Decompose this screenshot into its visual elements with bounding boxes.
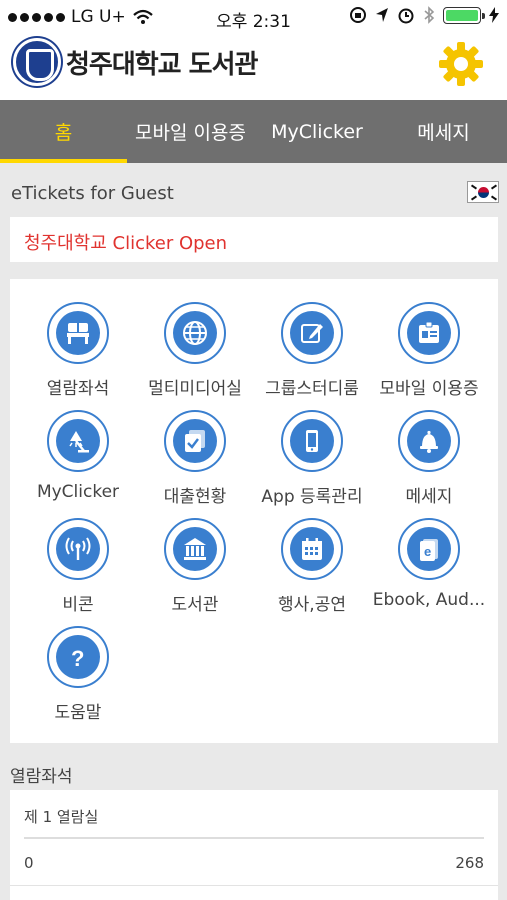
settings-gear-icon[interactable] (437, 40, 485, 88)
menu-item-label: App 등록관리 (261, 487, 363, 507)
charging-icon (489, 7, 499, 23)
divider (10, 885, 498, 886)
menu-item-label: 도서관 (171, 595, 219, 615)
menu-item-multimedia[interactable]: 멀티미디어실 (134, 302, 256, 402)
bell-icon (420, 430, 438, 453)
calendar-icon (302, 538, 322, 560)
seats-section-title: 열람좌석 (10, 767, 73, 787)
battery-icon (443, 6, 485, 24)
svg-text:e: e (424, 544, 431, 559)
tab-label: 홈 (54, 122, 73, 144)
menu-item-label: 그룹스터디룸 (265, 379, 359, 399)
tab-label: 메세지 (417, 122, 470, 144)
menu-item-label: 모바일 이용증 (379, 379, 479, 399)
location-icon (376, 8, 388, 22)
beacon-icon (65, 537, 91, 560)
menu-item-label: 대출현황 (163, 487, 227, 507)
menu-item-message[interactable]: 메세지 (368, 410, 490, 510)
library-icon (184, 538, 206, 560)
checklist-icon (185, 430, 205, 452)
menu-item-myclicker[interactable]: MyClicker (17, 410, 139, 510)
menu-grid: 열람좌석 멀티미디어실 그룹스터디룸 모바일 이용증 MyClicker 대출현… (10, 279, 498, 743)
app-header: 청주대학교 도서관 (0, 34, 507, 100)
menu-item-mobile-id[interactable]: 모바일 이용증 (368, 302, 490, 402)
id-card-icon (419, 321, 439, 343)
tab-label: 모바일 이용증 (135, 122, 246, 144)
app-title: 청주대학교 도서관 (66, 50, 258, 80)
menu-item-beacon[interactable]: 비콘 (17, 518, 139, 618)
menu-item-help[interactable]: ? 도움말 (17, 626, 139, 726)
menu-item-label: 도움말 (54, 703, 102, 723)
menu-item-label: 멀티미디어실 (148, 379, 242, 399)
menu-item-ebook-audio[interactable]: e Ebook, Aud... (368, 518, 490, 618)
etickets-label: eTickets for Guest (11, 183, 174, 204)
menu-item-reading-seats[interactable]: 열람좌석 (17, 302, 139, 402)
alarm-icon (398, 8, 414, 24)
seat-progress-track (24, 837, 484, 839)
lamp-icon (69, 431, 89, 453)
seat-icon (67, 323, 89, 344)
seat-room-name: 제 1 열람실 (24, 808, 99, 826)
help-icon: ? (71, 646, 84, 671)
university-logo (13, 38, 61, 86)
korea-flag-icon[interactable] (467, 181, 499, 203)
clicker-banner-text: 청주대학교 Clicker Open (24, 233, 228, 254)
menu-item-loan-status[interactable]: 대출현황 (134, 410, 256, 510)
rotation-lock-icon (350, 7, 366, 23)
clicker-banner[interactable]: 청주대학교 Clicker Open (10, 217, 498, 262)
seat-max-value: 268 (455, 854, 484, 872)
menu-item-label: 행사,공연 (278, 595, 346, 615)
edit-icon (301, 324, 323, 343)
menu-item-label: 비콘 (62, 595, 94, 615)
seat-min-value: 0 (24, 854, 34, 872)
svg-text:?: ? (71, 646, 84, 671)
tab-mobile-id[interactable]: 모바일 이용증 (127, 100, 254, 163)
seat-room-card[interactable]: 제 1 열람실 0 268 (10, 790, 498, 900)
menu-item-library[interactable]: 도서관 (134, 518, 256, 618)
tab-message[interactable]: 메세지 (380, 100, 507, 163)
status-bar: LG U+ 오후 2:31 (0, 0, 507, 34)
bluetooth-icon (424, 6, 435, 24)
menu-item-events[interactable]: 행사,공연 (251, 518, 373, 618)
phone-icon (306, 430, 318, 452)
menu-item-label: 열람좌석 (46, 379, 110, 399)
menu-item-app-registration[interactable]: App 등록관리 (251, 410, 373, 510)
globe-icon (183, 321, 207, 345)
tab-home[interactable]: 홈 (0, 100, 127, 163)
menu-item-label: MyClicker (36, 482, 120, 502)
ebook-icon: e (420, 539, 438, 561)
tab-myclicker[interactable]: MyClicker (254, 100, 380, 163)
menu-item-group-study-room[interactable]: 그룹스터디룸 (251, 302, 373, 402)
main-tab-bar: 홈 모바일 이용증 MyClicker 메세지 (0, 100, 507, 163)
menu-item-label: 메세지 (405, 487, 453, 507)
menu-item-label: Ebook, Aud... (372, 590, 486, 610)
tab-label: MyClicker (271, 120, 363, 143)
